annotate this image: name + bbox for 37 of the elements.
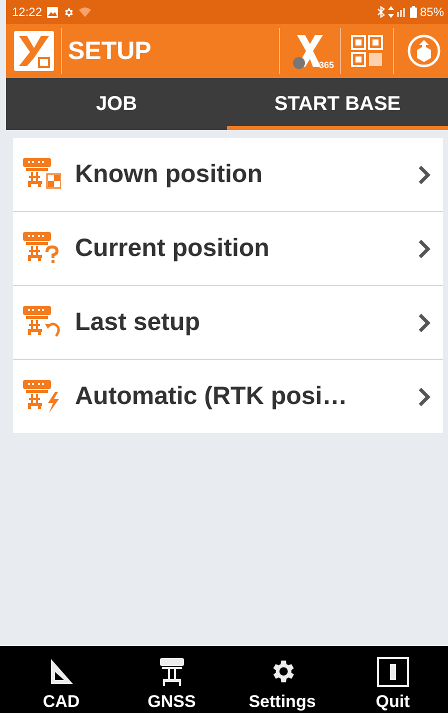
base-station-undo-icon <box>23 306 61 339</box>
status-time: 12:22 <box>12 5 42 19</box>
settings-icon <box>63 6 74 18</box>
list-item[interactable]: Known position <box>13 138 443 212</box>
base-station-grid-icon <box>23 158 61 191</box>
base-station-lightning-icon <box>23 380 61 413</box>
data-icon <box>388 6 394 18</box>
item-label: Automatic (RTK posi… <box>75 382 348 411</box>
app-title: SETUP <box>68 36 152 66</box>
base-station-question-icon <box>23 232 61 265</box>
version-label: 365 <box>318 60 334 70</box>
chevron-right-icon <box>417 312 431 332</box>
bluetooth-icon <box>376 6 385 18</box>
tab[interactable]: START BASE <box>227 78 448 130</box>
list-item[interactable]: Current position <box>13 212 443 286</box>
wifi-icon <box>79 7 92 17</box>
item-label: Last setup <box>75 308 202 337</box>
tab[interactable]: JOB <box>6 78 227 130</box>
battery-level: 85% <box>420 5 444 19</box>
item-label: Current position <box>75 234 270 263</box>
upload-box-icon <box>407 34 441 68</box>
power-switch-icon <box>374 656 411 688</box>
nav-button[interactable]: Quit <box>338 646 448 713</box>
list-item[interactable]: Automatic (RTK posi… <box>13 360 443 433</box>
signal-icon <box>396 6 407 18</box>
chevron-right-icon <box>417 164 431 184</box>
list-item[interactable]: Last setup <box>13 286 443 360</box>
chevron-right-icon <box>417 238 431 258</box>
image-icon <box>47 6 58 18</box>
nav-button[interactable]: GNSS <box>116 646 227 713</box>
item-label: Known position <box>75 160 264 189</box>
app-logo <box>13 30 55 72</box>
nav-button[interactable]: CAD <box>6 646 116 713</box>
chevron-right-icon <box>417 386 431 406</box>
battery-icon <box>410 6 417 18</box>
nav-button[interactable]: Settings <box>227 646 338 713</box>
qr-code-icon <box>351 35 383 67</box>
